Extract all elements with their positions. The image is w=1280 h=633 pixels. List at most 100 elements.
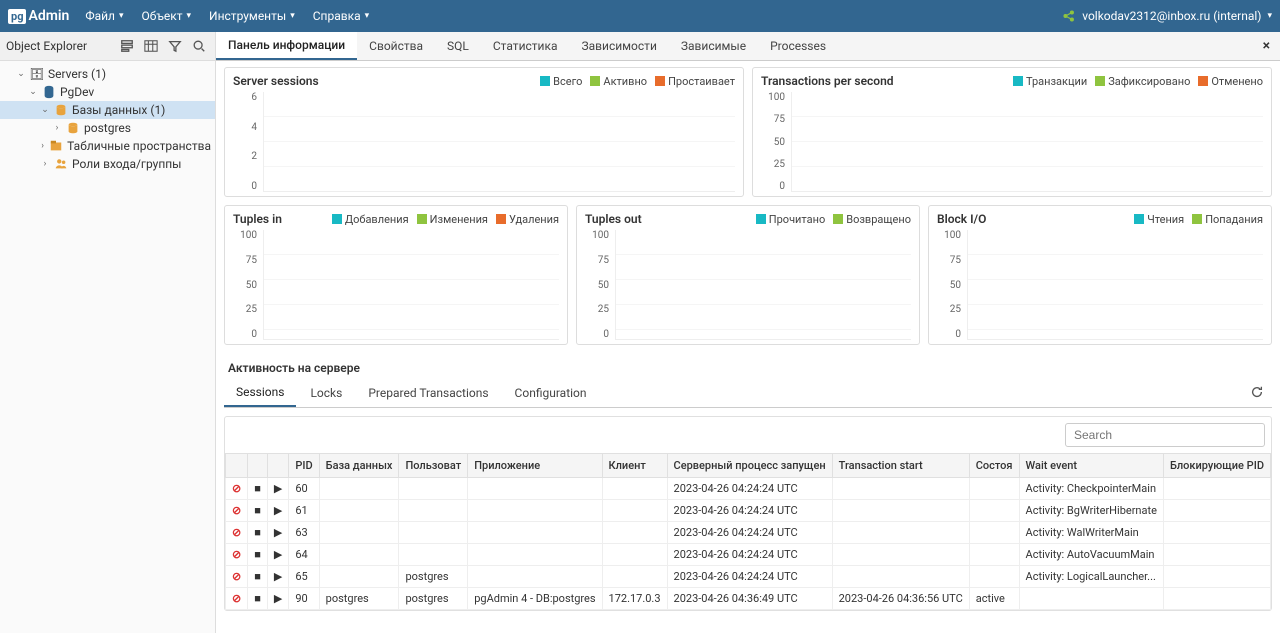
cell-backend: 2023-04-26 04:36:49 UTC bbox=[667, 588, 832, 610]
tree-databases[interactable]: ⌄Базы данных (1) bbox=[0, 101, 215, 119]
view-data-icon[interactable] bbox=[141, 36, 161, 56]
chart-legend: Прочитано Возвращено bbox=[756, 213, 911, 226]
share-icon bbox=[1062, 9, 1076, 23]
table-row[interactable]: ⊘■▶632023-04-26 04:24:24 UTCActivity: Wa… bbox=[226, 522, 1271, 544]
chart-title: Block I/O bbox=[937, 212, 986, 226]
cancel-icon[interactable]: ⊘ bbox=[232, 592, 241, 605]
table-row[interactable]: ⊘■▶642023-04-26 04:24:24 UTCActivity: Au… bbox=[226, 544, 1271, 566]
cell-wait: Activity: CheckpointerMain bbox=[1019, 478, 1163, 500]
stop-icon[interactable]: ■ bbox=[254, 548, 261, 561]
tree-postgres[interactable]: ›postgres bbox=[0, 119, 215, 137]
cell-pid: 60 bbox=[289, 478, 319, 500]
cancel-icon[interactable]: ⊘ bbox=[232, 482, 241, 495]
stop-icon[interactable]: ■ bbox=[254, 570, 261, 583]
tab-dependencies[interactable]: Зависимости bbox=[570, 33, 669, 59]
cell-app bbox=[468, 522, 602, 544]
cell-app bbox=[468, 478, 602, 500]
col-db[interactable]: База данных bbox=[319, 454, 399, 478]
refresh-icon[interactable] bbox=[1242, 381, 1272, 406]
table-row[interactable]: ⊘■▶90postgrespostgrespgAdmin 4 - DB:post… bbox=[226, 588, 1271, 610]
chart-block-io: Block I/O Чтения Попадания 1007550250 bbox=[928, 205, 1272, 345]
cell-txn bbox=[832, 522, 969, 544]
cell-wait: Activity: LogicalLauncher... bbox=[1019, 566, 1163, 588]
play-icon[interactable]: ▶ bbox=[274, 504, 282, 517]
chart-legend: Транзакции Зафиксировано Отменено bbox=[1013, 75, 1263, 88]
cell-client bbox=[602, 544, 667, 566]
col-state[interactable]: Состоя bbox=[969, 454, 1019, 478]
close-icon[interactable]: × bbox=[1253, 34, 1280, 58]
database-icon bbox=[66, 121, 80, 135]
play-icon[interactable]: ▶ bbox=[274, 570, 282, 583]
col-app[interactable]: Приложение bbox=[468, 454, 602, 478]
search-icon[interactable] bbox=[189, 36, 209, 56]
col-user[interactable]: Пользоват bbox=[399, 454, 468, 478]
play-icon[interactable]: ▶ bbox=[274, 548, 282, 561]
table-row[interactable]: ⊘■▶65postgres2023-04-26 04:24:24 UTCActi… bbox=[226, 566, 1271, 588]
menu-object[interactable]: Объект▾ bbox=[142, 9, 192, 23]
stop-icon[interactable]: ■ bbox=[254, 526, 261, 539]
menu-tools[interactable]: Инструменты▾ bbox=[209, 9, 295, 23]
chart-legend: Всего Активно Простаивает bbox=[540, 75, 735, 88]
filter-icon[interactable] bbox=[165, 36, 185, 56]
subtab-prepared[interactable]: Prepared Transactions bbox=[356, 380, 500, 406]
col-backend[interactable]: Серверный процесс запущен bbox=[667, 454, 832, 478]
tree-servers[interactable]: ⌄🗄Servers (1) bbox=[0, 65, 215, 83]
user-menu[interactable]: volkodav2312@inbox.ru (internal) ▾ bbox=[1062, 9, 1272, 23]
subtab-locks[interactable]: Locks bbox=[298, 380, 354, 406]
search-input[interactable] bbox=[1065, 423, 1265, 447]
col-pid[interactable]: PID bbox=[289, 454, 319, 478]
stop-icon[interactable]: ■ bbox=[254, 482, 261, 495]
table-row[interactable]: ⊘■▶602023-04-26 04:24:24 UTCActivity: Ch… bbox=[226, 478, 1271, 500]
stop-icon[interactable]: ■ bbox=[254, 592, 261, 605]
chevron-right-icon: › bbox=[40, 159, 50, 169]
col-wait[interactable]: Wait event bbox=[1019, 454, 1163, 478]
cell-db bbox=[319, 566, 399, 588]
cell-state bbox=[969, 500, 1019, 522]
server-icon bbox=[42, 85, 56, 99]
tree-roles[interactable]: ›Роли входа/группы bbox=[0, 155, 215, 173]
col-txn[interactable]: Transaction start bbox=[832, 454, 969, 478]
menu-file[interactable]: Файл▾ bbox=[85, 9, 123, 23]
cancel-icon[interactable]: ⊘ bbox=[232, 548, 241, 561]
cell-txn: 2023-04-26 04:36:56 UTC bbox=[832, 588, 969, 610]
tab-properties[interactable]: Свойства bbox=[357, 33, 435, 59]
subtab-configuration[interactable]: Configuration bbox=[503, 380, 599, 406]
tab-processes[interactable]: Processes bbox=[758, 33, 838, 59]
cell-pid: 90 bbox=[289, 588, 319, 610]
tab-dependents[interactable]: Зависимые bbox=[669, 33, 758, 59]
cell-state bbox=[969, 566, 1019, 588]
tree-pgdev[interactable]: ⌄PgDev bbox=[0, 83, 215, 101]
stop-icon[interactable]: ■ bbox=[254, 504, 261, 517]
cell-txn bbox=[832, 566, 969, 588]
tree-tablespaces[interactable]: ›Табличные пространства bbox=[0, 137, 215, 155]
tab-statistics[interactable]: Статистика bbox=[481, 33, 570, 59]
menu-help[interactable]: Справка▾ bbox=[313, 9, 369, 23]
cell-backend: 2023-04-26 04:24:24 UTC bbox=[667, 566, 832, 588]
play-icon[interactable]: ▶ bbox=[274, 592, 282, 605]
cell-client: 172.17.0.3 bbox=[602, 588, 667, 610]
table-row[interactable]: ⊘■▶612023-04-26 04:24:24 UTCActivity: Bg… bbox=[226, 500, 1271, 522]
cell-user bbox=[399, 544, 468, 566]
tab-sql[interactable]: SQL bbox=[435, 33, 481, 59]
play-icon[interactable]: ▶ bbox=[274, 526, 282, 539]
cell-wait: Activity: WalWriterMain bbox=[1019, 522, 1163, 544]
servers-icon: 🗄 bbox=[30, 67, 44, 81]
chart-title: Transactions per second bbox=[761, 74, 894, 88]
logo-admin: Admin bbox=[28, 8, 69, 24]
cell-client bbox=[602, 522, 667, 544]
cell-state: active bbox=[969, 588, 1019, 610]
object-explorer: Object Explorer ⌄🗄Servers (1) ⌄PgDev ⌄Ба… bbox=[0, 32, 216, 633]
col-client[interactable]: Клиент bbox=[602, 454, 667, 478]
subtab-sessions[interactable]: Sessions bbox=[224, 379, 296, 407]
query-tool-icon[interactable] bbox=[117, 36, 137, 56]
col-block[interactable]: Блокирующие PID bbox=[1163, 454, 1270, 478]
cancel-icon[interactable]: ⊘ bbox=[232, 526, 241, 539]
logo[interactable]: pgAdmin bbox=[8, 8, 69, 24]
cancel-icon[interactable]: ⊘ bbox=[232, 570, 241, 583]
cell-state bbox=[969, 544, 1019, 566]
user-email: volkodav2312@inbox.ru (internal) bbox=[1082, 9, 1261, 23]
cancel-icon[interactable]: ⊘ bbox=[232, 504, 241, 517]
play-icon[interactable]: ▶ bbox=[274, 482, 282, 495]
tab-info[interactable]: Панель информации bbox=[216, 32, 357, 60]
cell-txn bbox=[832, 478, 969, 500]
